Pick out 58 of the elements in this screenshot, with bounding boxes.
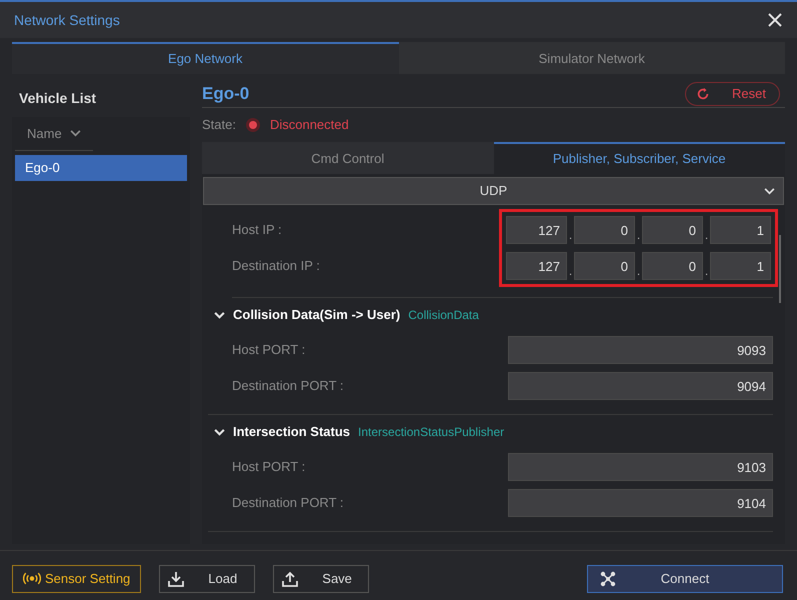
octet-field[interactable]: 0 xyxy=(574,216,635,244)
vehicle-list-item[interactable]: Ego-0 xyxy=(15,155,187,181)
field-label: Destination IP : xyxy=(232,257,320,276)
octet-field[interactable]: 127 xyxy=(506,216,567,244)
dot-separator: . xyxy=(568,263,574,280)
chevron-down-icon xyxy=(70,130,81,137)
port-field[interactable]: 9094 xyxy=(508,372,773,400)
refresh-icon xyxy=(696,86,710,100)
protocol-dropdown[interactable]: UDP xyxy=(203,177,784,205)
scrollbar[interactable] xyxy=(779,235,781,303)
octet-field[interactable]: 0 xyxy=(574,252,635,280)
octet-field[interactable]: 0 xyxy=(642,252,703,280)
octet-field[interactable]: 1 xyxy=(710,252,771,280)
port-field[interactable]: 9104 xyxy=(508,489,773,517)
field-label: Destination PORT : xyxy=(232,377,344,396)
network-nodes-icon xyxy=(600,570,616,586)
dot-separator: . xyxy=(704,263,710,280)
field-label: Host PORT : xyxy=(232,341,306,360)
dot-separator: . xyxy=(636,263,642,280)
close-icon xyxy=(767,12,783,28)
port-field[interactable]: 9103 xyxy=(508,453,773,481)
column-header[interactable]: Name xyxy=(15,117,93,151)
dot-separator: . xyxy=(636,227,642,244)
chevron-down-icon xyxy=(214,312,225,318)
dot-separator: . xyxy=(568,227,574,244)
panel-title: Vehicle List xyxy=(18,89,98,108)
octet-field[interactable]: 1 xyxy=(710,216,771,244)
upload-icon xyxy=(282,570,298,586)
broadcast-icon xyxy=(23,572,41,585)
octet-field[interactable]: 0 xyxy=(642,216,703,244)
field-label: Destination PORT : xyxy=(232,494,344,512)
load-button[interactable]: Load xyxy=(159,564,256,592)
octet-field[interactable]: 127 xyxy=(506,252,567,280)
sensor-setting-button[interactable]: Sensor Setting xyxy=(12,564,142,592)
section-title: Intersection Status xyxy=(233,423,350,442)
state-value: Disconnected xyxy=(270,116,349,134)
collapse-toggle[interactable] xyxy=(214,310,225,320)
connect-button[interactable]: Connect xyxy=(587,564,783,592)
topic-name: CollisionData xyxy=(408,307,479,324)
tab[interactable]: Ego Network xyxy=(12,42,398,74)
save-button[interactable]: Save xyxy=(273,564,370,592)
topic-name: IntersectionStatusPublisher xyxy=(358,424,504,441)
state-label: State: xyxy=(202,116,236,134)
chevron-down-icon xyxy=(214,428,225,436)
sub-tab[interactable]: Cmd Control xyxy=(202,142,494,174)
collapse-toggle[interactable] xyxy=(214,427,225,437)
close-button[interactable] xyxy=(767,12,783,28)
dot-separator: . xyxy=(704,227,710,244)
download-icon xyxy=(168,570,184,586)
reset-button[interactable]: Reset xyxy=(685,82,780,106)
window-title: Network Settings xyxy=(14,10,120,30)
section-title: Collision Data(Sim -> User) xyxy=(233,306,400,324)
port-field[interactable]: 9093 xyxy=(508,336,773,364)
field-label: Host PORT : xyxy=(232,458,306,476)
tab[interactable]: Simulator Network xyxy=(398,42,785,74)
chevron-down-icon xyxy=(764,188,775,194)
vehicle-name: Ego-0 xyxy=(202,82,250,105)
field-label: Host IP : xyxy=(232,221,283,240)
